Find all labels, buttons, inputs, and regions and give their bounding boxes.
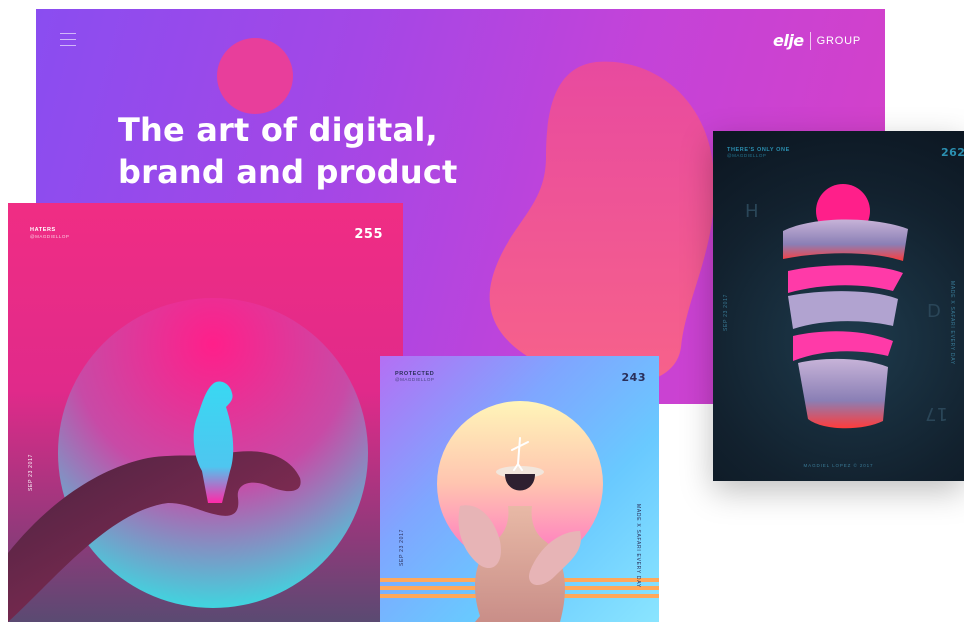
hero-pink-circle xyxy=(217,38,293,114)
card-number: 255 xyxy=(354,227,383,242)
headline-line-1: The art of digital, xyxy=(118,111,438,149)
glyph-d: D xyxy=(927,301,941,322)
bust-slice xyxy=(793,331,893,361)
card-side-right: MADE X SAFARI EVERY DAY xyxy=(635,504,641,588)
logo-mark: elje xyxy=(772,31,804,50)
bust-slice xyxy=(798,358,888,429)
card-number: 262 xyxy=(941,146,964,159)
card-side-left: SEP 23 2017 xyxy=(399,528,405,566)
card-title: HATERS xyxy=(30,227,56,233)
bust-slice xyxy=(788,265,903,293)
headline-line-2: brand and product xyxy=(118,153,458,191)
glyph-h: H xyxy=(745,201,759,222)
poster-card-only-one[interactable]: THERE'S ONLY ONE @MAGDIELLOP 262 H D 17 … xyxy=(713,131,964,481)
bust-slice xyxy=(788,291,898,329)
poster-card-protected[interactable]: PROTECTED @MAGDIELLOP 243 SEP 23 2017 MA… xyxy=(380,356,659,622)
card-side-right: MADE X SAFARI EVERY DAY xyxy=(949,281,955,365)
logo-group-text: GROUP xyxy=(816,34,861,47)
card-footer: MAGDIEL LOPEZ © 2017 xyxy=(803,463,874,468)
card-side-left: SEP 23 2017 xyxy=(723,293,729,331)
card-handle: @MAGDIELLOP xyxy=(395,377,435,382)
glyph-17: 17 xyxy=(925,403,948,424)
elje-group-logo[interactable]: elje GROUP xyxy=(773,31,861,50)
poster-card-haters[interactable]: HATERS @MAGDIELLOP 255 SEP 23 2017 xyxy=(8,203,403,622)
card-handle: @MAGDIELLOP xyxy=(30,234,70,239)
hero-headline: The art of digital, brand and product xyxy=(118,109,478,193)
hero-pink-blob xyxy=(489,61,715,385)
card-date: SEP 23 2017 xyxy=(28,453,34,491)
logo-divider xyxy=(809,31,811,50)
haters-artwork xyxy=(8,298,368,622)
protected-artwork xyxy=(380,401,659,622)
card-handle: @MAGDIELLOP xyxy=(727,153,767,158)
card-number: 243 xyxy=(621,371,646,384)
hamburger-menu-icon[interactable] xyxy=(60,33,76,47)
bust-slice xyxy=(783,219,908,261)
